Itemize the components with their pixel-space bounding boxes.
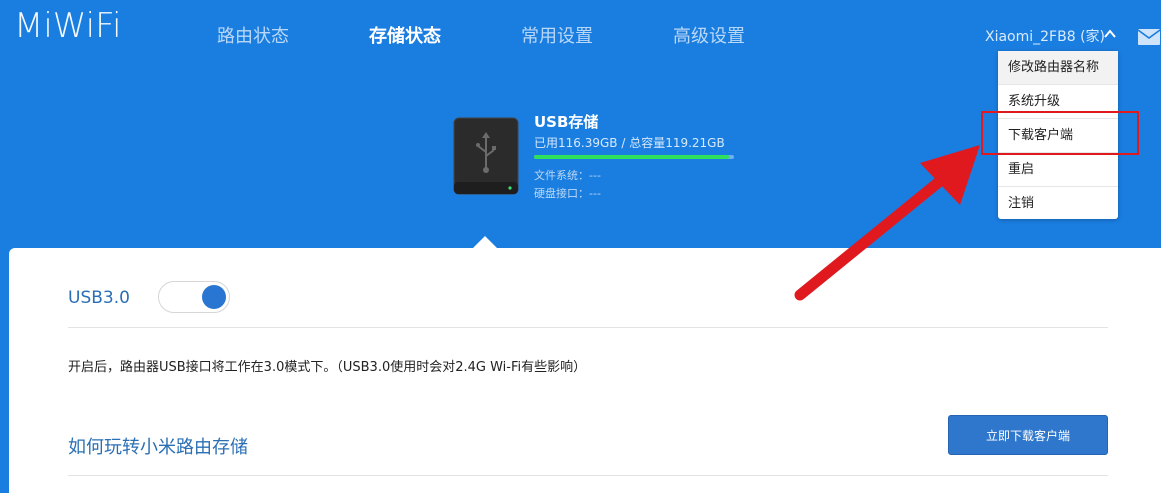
usb-storage-title: USB存储 <box>534 113 599 131</box>
usb-usage-bar-fill <box>534 155 730 159</box>
menu-item-logout[interactable]: 注销 <box>998 187 1118 221</box>
menu-item-rename-router[interactable]: 修改路由器名称 <box>998 51 1118 85</box>
usb-usage-text: 已用116.39GB / 总容量119.21GB <box>534 136 725 150</box>
usb-usage-bar <box>534 155 734 159</box>
nav-storage-status[interactable]: 存储状态 <box>369 22 441 48</box>
mail-icon[interactable] <box>1137 28 1161 46</box>
chevron-up-icon[interactable] <box>1103 27 1117 45</box>
guide-title: 如何玩转小米路由存储 <box>68 437 248 458</box>
nav-common-settings[interactable]: 常用设置 <box>521 22 593 48</box>
annotation-highlight-box <box>981 111 1139 155</box>
disk-interface-label: 硬盘接口：--- <box>534 187 601 200</box>
annotation-arrow <box>794 145 980 301</box>
divider <box>68 475 1108 476</box>
usb3-label: USB3.0 <box>68 288 130 308</box>
filesystem-label: 文件系统：--- <box>534 169 601 182</box>
usb3-toggle[interactable] <box>158 281 230 313</box>
usb-drive-icon <box>452 116 520 196</box>
download-client-button[interactable]: 立即下载客户端 <box>948 415 1108 455</box>
usb3-description: 开启后，路由器USB接口将工作在3.0模式下。（USB3.0使用时会对2.4G … <box>68 360 587 375</box>
router-name-menu[interactable]: Xiaomi_2FB8 (家) <box>985 26 1105 46</box>
menu-item-reboot[interactable]: 重启 <box>998 153 1118 187</box>
miwifi-logo[interactable]: MiWiFi <box>14 6 122 46</box>
divider <box>68 327 1108 328</box>
panel-pointer <box>473 236 497 248</box>
nav-advanced-settings[interactable]: 高级设置 <box>673 22 745 48</box>
nav-router-status[interactable]: 路由状态 <box>217 22 289 48</box>
usb3-toggle-knob <box>202 285 226 309</box>
